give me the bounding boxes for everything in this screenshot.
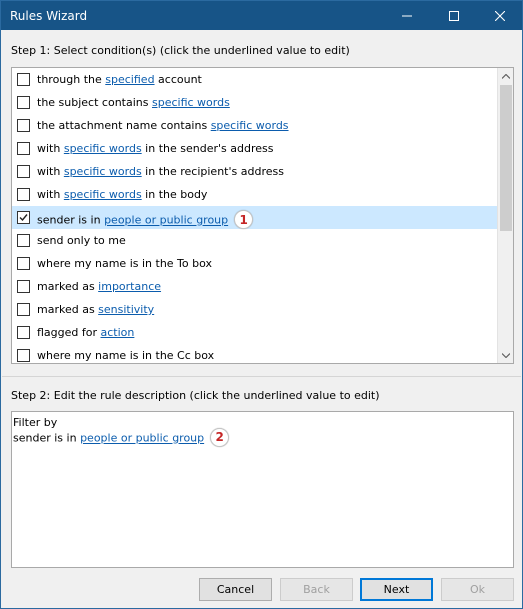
checkbox[interactable] xyxy=(17,73,30,86)
close-icon xyxy=(495,10,505,21)
description-people-link[interactable]: people or public group xyxy=(80,432,204,445)
condition-item[interactable]: the subject contains specific words xyxy=(12,91,498,114)
condition-text-pre: send only to me xyxy=(37,234,126,247)
rules-wizard-window: Rules Wizard Step 1: Select condition(s)… xyxy=(0,0,523,609)
condition-item[interactable]: sender is in people or public group 1 xyxy=(12,206,498,229)
condition-text-post: in the sender's address xyxy=(141,142,274,155)
section-divider xyxy=(2,376,521,377)
condition-text-pre: marked as xyxy=(37,303,99,316)
condition-item[interactable]: marked as importance xyxy=(12,275,498,298)
condition-text: the subject contains specific words xyxy=(37,96,230,109)
condition-text-pre: where my name is in the Cc box xyxy=(37,349,215,362)
next-button[interactable]: Next xyxy=(360,578,433,601)
checkbox[interactable] xyxy=(17,303,30,316)
checkbox[interactable] xyxy=(17,119,30,132)
condition-value-link[interactable]: people or public group xyxy=(104,214,228,227)
condition-item[interactable]: where my name is in the To box xyxy=(12,252,498,275)
condition-text: where my name is in the To box xyxy=(37,257,212,270)
condition-item[interactable]: flagged for action xyxy=(12,321,498,344)
checkbox[interactable] xyxy=(17,257,30,270)
description-condition-text: sender is in xyxy=(13,431,81,445)
checkbox[interactable] xyxy=(17,165,30,178)
rule-description-box: Filter by sender is in people or public … xyxy=(11,411,514,568)
condition-text-pre: marked as xyxy=(37,280,99,293)
condition-text: with specific words in the body xyxy=(37,188,207,201)
condition-text-pre: flagged for xyxy=(37,326,101,339)
condition-text-post: account xyxy=(154,73,202,86)
condition-text-pre: with xyxy=(37,165,64,178)
checkbox[interactable] xyxy=(17,142,30,155)
condition-text-post: in the body xyxy=(141,188,208,201)
condition-text: sender is in people or public group 1 xyxy=(37,210,254,230)
checkmark-icon xyxy=(19,214,28,222)
condition-text: marked as importance xyxy=(37,280,161,293)
cancel-button[interactable]: Cancel xyxy=(199,578,272,601)
step1-label: Step 1: Select condition(s) (click the u… xyxy=(11,44,350,57)
checkbox-checked[interactable] xyxy=(17,211,30,224)
minimize-icon xyxy=(402,15,412,16)
close-button[interactable] xyxy=(479,1,521,30)
condition-text: the attachment name contains specific wo… xyxy=(37,119,289,132)
checkbox[interactable] xyxy=(17,326,30,339)
condition-value-link[interactable]: specified xyxy=(105,73,154,86)
back-button[interactable]: Back xyxy=(280,578,353,601)
condition-text-pre: where my name is in the To box xyxy=(37,257,213,270)
condition-value-link[interactable]: specific words xyxy=(64,188,142,201)
condition-text: send only to me xyxy=(37,234,126,247)
condition-item[interactable]: with specific words in the recipient's a… xyxy=(12,160,498,183)
condition-text: flagged for action xyxy=(37,326,134,339)
condition-item[interactable]: with specific words in the sender's addr… xyxy=(12,137,498,160)
condition-value-link[interactable]: specific words xyxy=(64,165,142,178)
condition-text-pre: with xyxy=(37,142,64,155)
checkbox[interactable] xyxy=(17,280,30,293)
ok-button[interactable]: Ok xyxy=(441,578,514,601)
chevron-up-icon xyxy=(502,73,510,79)
condition-item[interactable]: marked as sensitivity xyxy=(12,298,498,321)
condition-text: where my name is in the Cc box xyxy=(37,349,214,362)
scroll-down-button[interactable] xyxy=(498,347,513,363)
description-line-condition: sender is in people or public group 2 xyxy=(13,428,512,448)
step2-label: Step 2: Edit the rule description (click… xyxy=(11,389,380,402)
scroll-up-button[interactable] xyxy=(498,68,513,84)
condition-text-pre: sender is in xyxy=(37,213,105,227)
description-line-filter: Filter by xyxy=(13,416,58,429)
condition-text-pre: with xyxy=(37,188,64,201)
condition-item[interactable]: with specific words in the body xyxy=(12,183,498,206)
condition-text-pre: through the xyxy=(37,73,106,86)
condition-value-link[interactable]: importance xyxy=(98,280,161,293)
condition-text: with specific words in the recipient's a… xyxy=(37,165,284,178)
condition-text-pre: the subject contains xyxy=(37,96,152,109)
condition-text-post: in the recipient's address xyxy=(141,165,284,178)
condition-value-link[interactable]: action xyxy=(101,326,135,339)
condition-value-link[interactable]: specific words xyxy=(211,119,289,132)
maximize-icon xyxy=(449,10,459,21)
conditions-scrollbar[interactable] xyxy=(497,68,513,363)
condition-text-pre: the attachment name contains xyxy=(37,119,211,132)
callout-badge-1: 1 xyxy=(234,210,254,229)
checkbox[interactable] xyxy=(17,188,30,201)
title-bar[interactable]: Rules Wizard xyxy=(1,1,522,30)
condition-text: through the specified account xyxy=(37,73,202,86)
conditions-list[interactable]: through the specified account the subject… xyxy=(11,67,514,364)
condition-item[interactable]: where my name is in the Cc box xyxy=(12,344,498,363)
condition-value-link[interactable]: sensitivity xyxy=(98,303,154,316)
condition-text: marked as sensitivity xyxy=(37,303,154,316)
scroll-thumb[interactable] xyxy=(500,85,512,231)
condition-item[interactable]: send only to me xyxy=(12,229,498,252)
window-title: Rules Wizard xyxy=(10,9,88,23)
minimize-button[interactable] xyxy=(386,1,428,30)
condition-item[interactable]: through the specified account xyxy=(12,68,498,91)
condition-text: with specific words in the sender's addr… xyxy=(37,142,273,155)
condition-value-link[interactable]: specific words xyxy=(152,96,230,109)
maximize-button[interactable] xyxy=(433,1,475,30)
checkbox[interactable] xyxy=(17,96,30,109)
checkbox[interactable] xyxy=(17,234,30,247)
condition-item[interactable]: the attachment name contains specific wo… xyxy=(12,114,498,137)
callout-badge-2: 2 xyxy=(210,428,230,447)
checkbox[interactable] xyxy=(17,349,30,362)
condition-value-link[interactable]: specific words xyxy=(64,142,142,155)
chevron-down-icon xyxy=(502,352,510,358)
